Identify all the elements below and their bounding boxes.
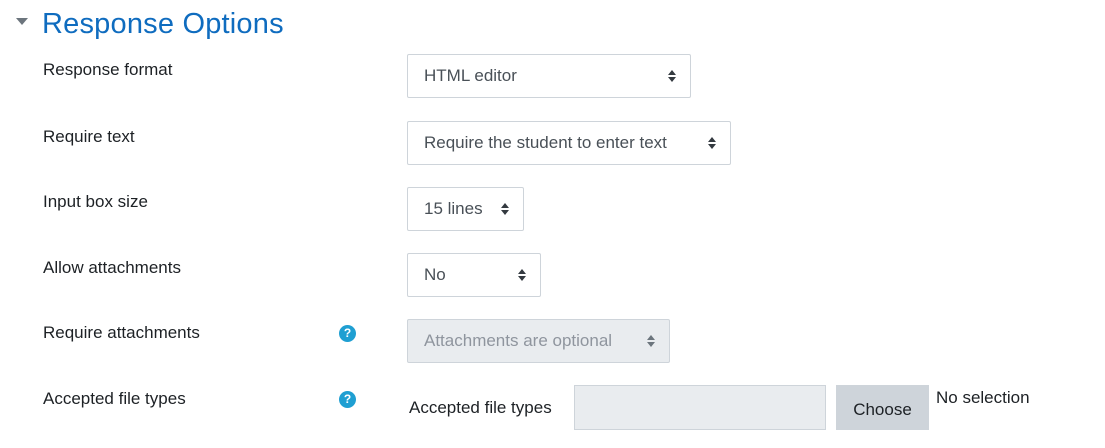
- require-text-label: Require text: [43, 127, 135, 146]
- accepted-file-types-label: Accepted file types: [43, 389, 186, 408]
- input-box-size-select[interactable]: 15 lines: [407, 187, 524, 231]
- input-box-size-value: 15 lines: [424, 199, 483, 218]
- filetypes-input: [574, 385, 826, 430]
- require-text-value: Require the student to enter text: [424, 133, 667, 152]
- select-arrows-icon: [501, 203, 509, 215]
- section-title: Response Options: [42, 7, 284, 40]
- require-attachments-label: Require attachments: [43, 323, 200, 342]
- collapse-caret-icon[interactable]: [16, 17, 28, 25]
- require-attachments-select: Attachments are optional: [407, 319, 670, 363]
- response-format-label: Response format: [43, 60, 173, 79]
- response-format-select[interactable]: HTML editor: [407, 54, 691, 98]
- require-attachments-value: Attachments are optional: [424, 331, 613, 350]
- question-circle-icon[interactable]: ?: [339, 391, 356, 408]
- filetypes-selection-status: No selection: [936, 388, 1030, 407]
- select-arrows-icon: [668, 70, 676, 82]
- select-arrows-icon: [708, 137, 716, 149]
- filetype-picker-label: Accepted file types: [409, 398, 552, 417]
- allow-attachments-value: No: [424, 265, 446, 284]
- choose-button[interactable]: Choose: [836, 385, 929, 430]
- input-box-size-label: Input box size: [43, 192, 148, 211]
- response-format-value: HTML editor: [424, 66, 517, 85]
- select-arrows-icon: [647, 335, 655, 347]
- allow-attachments-select[interactable]: No: [407, 253, 541, 297]
- require-text-select[interactable]: Require the student to enter text: [407, 121, 731, 165]
- allow-attachments-label: Allow attachments: [43, 258, 181, 277]
- question-circle-icon[interactable]: ?: [339, 325, 356, 342]
- section-header-response-options[interactable]: Response Options: [16, 4, 284, 44]
- select-arrows-icon: [518, 269, 526, 281]
